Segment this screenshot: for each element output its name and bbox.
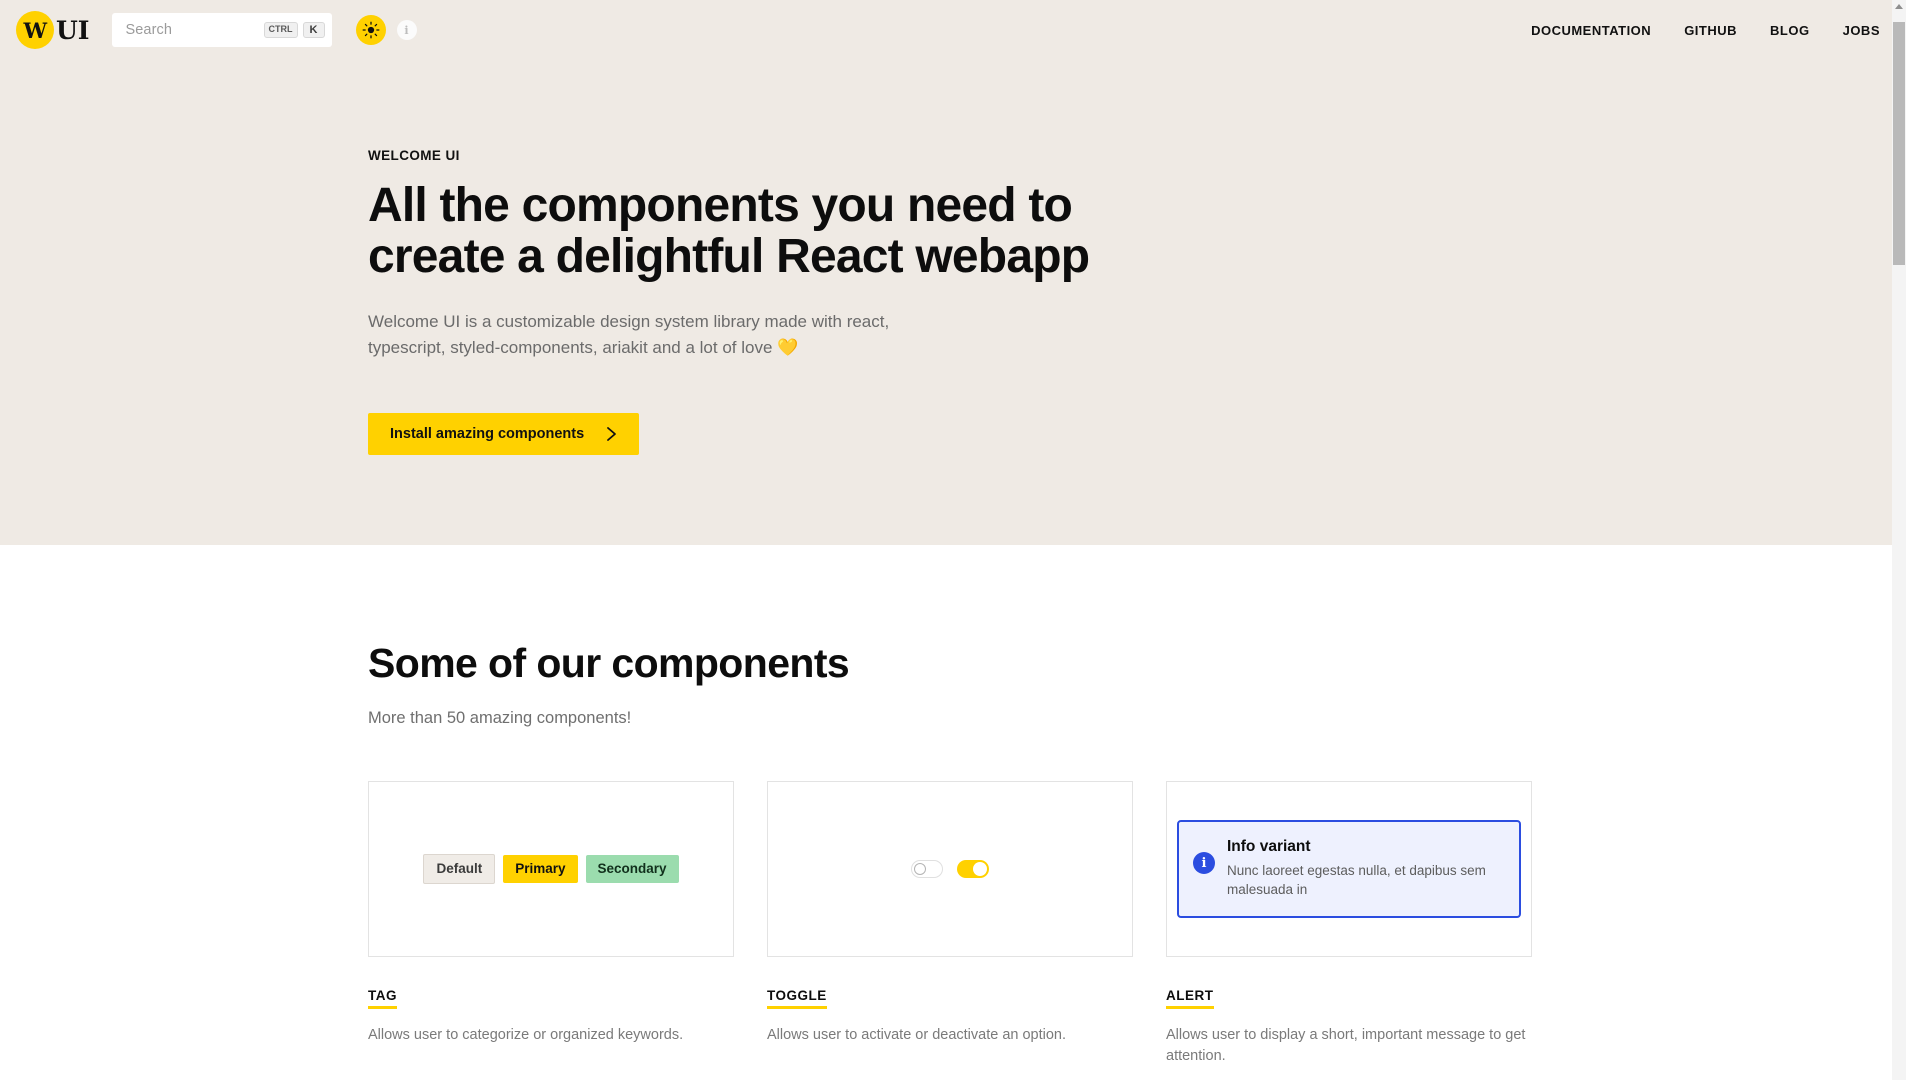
- welcome-ui-logo-icon: W: [16, 11, 54, 49]
- tag-secondary[interactable]: Secondary: [585, 855, 679, 883]
- top-header: W UI Search CTRL K i DOCUMENTATION GITHU…: [0, 0, 1906, 60]
- toggle-caption: TOGGLE Allows user to activate or deacti…: [767, 987, 1133, 1046]
- hero-subtitle-line-2: typescript, styled-components, ariakit a…: [368, 338, 799, 358]
- theme-toggle-button[interactable]: [355, 15, 386, 45]
- nav-link-blog[interactable]: BLOG: [1770, 23, 1810, 38]
- alert-caption: ALERT Allows user to display a short, im…: [1166, 987, 1532, 1066]
- section-title: Some of our components: [368, 640, 850, 686]
- tag-caption-description: Allows user to categorize or organized k…: [368, 1027, 684, 1043]
- kbd-ctrl: CTRL: [263, 22, 298, 38]
- toggle-knob-off: [914, 863, 926, 875]
- tag-default[interactable]: Default: [423, 854, 496, 884]
- hero-subtitle: Welcome UI is a customizable design syst…: [368, 309, 978, 362]
- brand-mark-letter: W: [23, 17, 47, 43]
- hero-title-line-2: create a delightful React webapp: [368, 229, 1090, 283]
- toggle-row: [911, 860, 989, 878]
- toggle-caption-description: Allows user to activate or deactivate an…: [767, 1027, 1067, 1043]
- alert-caption-label: ALERT: [1166, 988, 1214, 1009]
- component-card-tag: Default Primary Secondary TAG Allows use…: [368, 781, 734, 1066]
- info-icon-glyph: i: [404, 23, 409, 37]
- page-root: W UI Search CTRL K i DOCUMENTATION GITHU…: [0, 0, 1906, 1080]
- kbd-k: K: [302, 21, 325, 39]
- alert-content: Info variant Nunc laoreet egestas nulla,…: [1227, 838, 1499, 899]
- tag-caption: TAG Allows user to categorize or organiz…: [368, 987, 734, 1046]
- search-shortcut-hint: CTRL K: [263, 21, 325, 39]
- info-icon[interactable]: i: [396, 20, 417, 40]
- alert-title: Info variant: [1227, 838, 1311, 856]
- hero-subtitle-line-1: Welcome UI is a customizable design syst…: [368, 311, 890, 331]
- components-section: Some of our components More than 50 amaz…: [0, 545, 1906, 1067]
- tag-primary[interactable]: Primary: [503, 855, 578, 883]
- hero-title-line-1: All the components you need to: [368, 179, 1073, 232]
- component-card-grid: Default Primary Secondary TAG Allows use…: [368, 781, 1906, 1066]
- sun-icon: [362, 21, 379, 39]
- nav-link-jobs[interactable]: JOBS: [1843, 23, 1880, 38]
- vertical-scrollbar[interactable]: [1892, 0, 1906, 1080]
- nav-link-documentation[interactable]: DOCUMENTATION: [1531, 23, 1651, 38]
- hero-section: WELCOME UI All the components you need t…: [0, 60, 1906, 545]
- alert-preview-card: i Info variant Nunc laoreet egestas null…: [1166, 781, 1532, 957]
- info-circle-icon: i: [1193, 852, 1215, 875]
- section-subtitle: More than 50 amazing components!: [368, 709, 632, 727]
- chevron-right-icon: [606, 426, 617, 442]
- toggle-switch-off[interactable]: [911, 860, 943, 878]
- info-alert: i Info variant Nunc laoreet egestas null…: [1177, 820, 1521, 918]
- component-card-toggle: TOGGLE Allows user to activate or deacti…: [767, 781, 1133, 1066]
- hero-title: All the components you need to create a …: [368, 179, 1128, 283]
- tag-row: Default Primary Secondary: [423, 854, 679, 884]
- toggle-knob-on: [973, 862, 987, 876]
- brand-name: UI: [56, 15, 90, 45]
- cta-label: Install amazing components: [390, 426, 585, 443]
- toggle-caption-label: TOGGLE: [767, 988, 827, 1009]
- nav-link-github[interactable]: GITHUB: [1684, 23, 1737, 38]
- brand-logo[interactable]: W UI: [16, 11, 90, 49]
- tag-caption-label: TAG: [368, 988, 397, 1009]
- toggle-switch-on[interactable]: [957, 860, 989, 878]
- scrollbar-thumb[interactable]: [1893, 22, 1905, 265]
- scroll-up-arrow[interactable]: [1892, 0, 1906, 14]
- alert-caption-description: Allows user to display a short, importan…: [1166, 1027, 1526, 1064]
- toggle-preview-card: [767, 781, 1133, 957]
- component-card-alert: i Info variant Nunc laoreet egestas null…: [1166, 781, 1532, 1066]
- install-components-button[interactable]: Install amazing components: [368, 413, 640, 456]
- tag-preview-card: Default Primary Secondary: [368, 781, 734, 957]
- alert-body: Nunc laoreet egestas nulla, et dapibus s…: [1227, 863, 1486, 897]
- hero-eyebrow: WELCOME UI: [368, 148, 460, 163]
- search-input[interactable]: Search CTRL K: [111, 13, 332, 47]
- info-circle-glyph: i: [1201, 855, 1207, 871]
- search-placeholder: Search: [125, 22, 173, 38]
- main-navigation: DOCUMENTATION GITHUB BLOG JOBS: [1531, 23, 1884, 38]
